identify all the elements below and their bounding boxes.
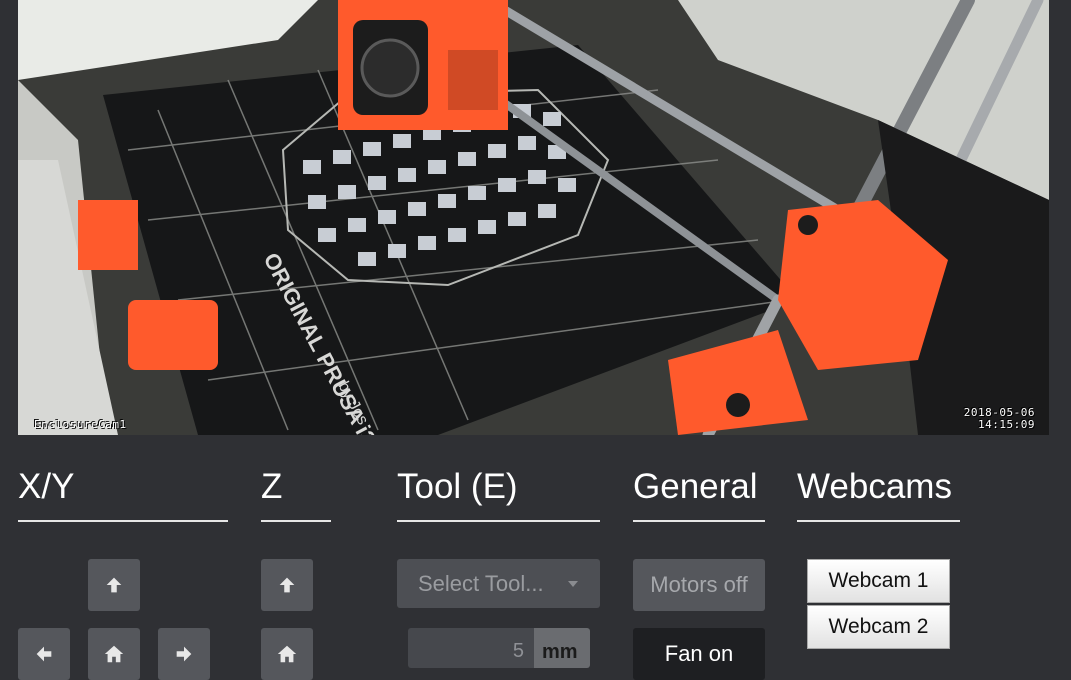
- webcam-1-button[interactable]: Webcam 1: [807, 559, 950, 603]
- general-section: General: [633, 466, 765, 522]
- webcams-section: Webcams: [797, 466, 960, 522]
- arrow-left-icon: [36, 646, 52, 662]
- motors-off-button[interactable]: Motors off: [633, 559, 765, 611]
- tool-section: Tool (E): [397, 466, 600, 522]
- z-home-button[interactable]: [261, 628, 313, 680]
- webcam-image: ORIGINAL PRUSA i3 by Jos: [18, 0, 1049, 435]
- xy-left-button[interactable]: [18, 628, 70, 680]
- xy-heading: X/Y: [18, 466, 228, 522]
- arrow-up-icon: [106, 577, 122, 593]
- caret-down-icon: [568, 581, 578, 587]
- fan-on-button[interactable]: Fan on: [633, 628, 765, 680]
- xy-section: X/Y: [18, 466, 228, 522]
- z-up-button[interactable]: [261, 559, 313, 611]
- camera-name-overlay: EnclosureCam1: [34, 418, 127, 431]
- xy-right-button[interactable]: [158, 628, 210, 680]
- tool-heading: Tool (E): [397, 466, 600, 522]
- select-tool-placeholder: Select Tool...: [418, 570, 544, 596]
- webcam-2-button[interactable]: Webcam 2: [807, 605, 950, 649]
- z-section: Z: [261, 466, 331, 522]
- extrude-amount-input[interactable]: 5: [408, 628, 534, 668]
- webcam-stream: ORIGINAL PRUSA i3 by Jos EnclosureCam1 2…: [18, 0, 1049, 435]
- general-heading: General: [633, 466, 765, 522]
- arrow-right-icon: [176, 646, 192, 662]
- home-icon: [104, 645, 124, 663]
- select-tool-dropdown[interactable]: Select Tool...: [397, 559, 600, 608]
- xy-home-button[interactable]: [88, 628, 140, 680]
- extrude-unit-label: mm: [534, 628, 590, 668]
- z-heading: Z: [261, 466, 331, 522]
- timestamp-overlay: 2018-05-06 14:15:09: [964, 407, 1035, 431]
- xy-up-button[interactable]: [88, 559, 140, 611]
- timestamp-time: 14:15:09: [978, 418, 1035, 431]
- home-icon: [277, 645, 297, 663]
- arrow-up-icon: [279, 577, 295, 593]
- webcams-heading: Webcams: [797, 466, 960, 522]
